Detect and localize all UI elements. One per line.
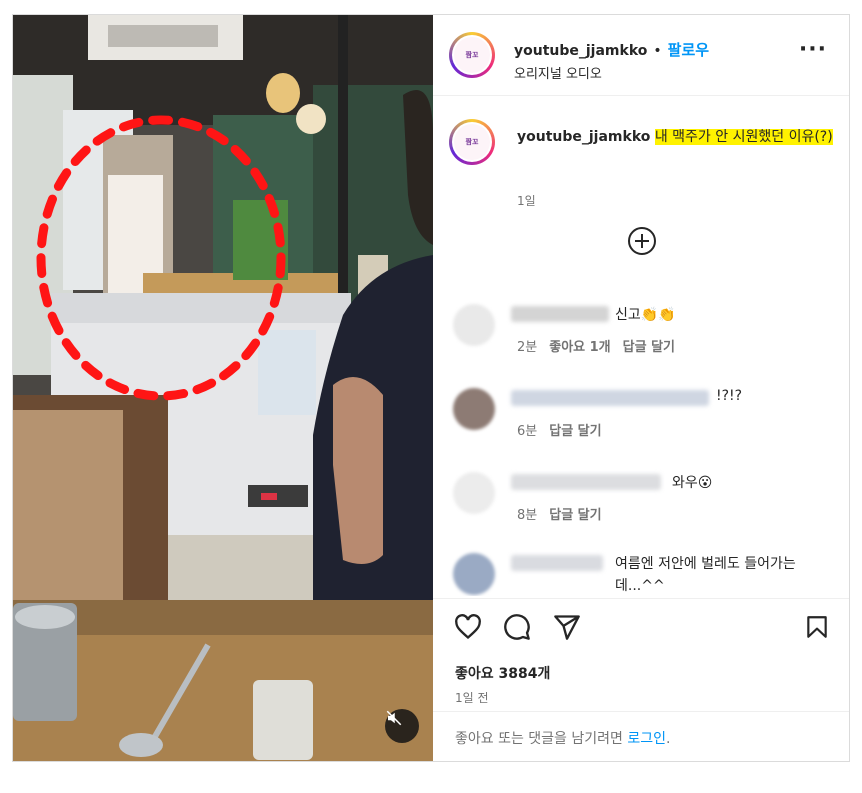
caption-avatar-logo: 짬꼬 (454, 124, 490, 160)
commenter-name-blurred[interactable] (511, 306, 609, 322)
comment-item: 여름엔 저안에 벌레도 들어가는데...^^ (453, 553, 843, 596)
comment-text: !?!? (716, 388, 743, 404)
caption-avatar[interactable]: 짬꼬 (449, 119, 495, 165)
caption: youtube_jjamkko 내 맥주가 안 시원했던 이유(?) (517, 126, 837, 148)
comment-time: 8분 (517, 508, 538, 523)
post-header: 짬꼬 youtube_jjamkko • 팔로우 오리지널 오디오 ··· (433, 15, 849, 96)
more-horizontal-icon[interactable]: ··· (799, 39, 827, 61)
comment-item: !?!? 6분 답글 달기 (453, 388, 843, 448)
reply-button[interactable]: 답글 달기 (549, 424, 601, 439)
follow-button[interactable]: 팔로우 (668, 41, 709, 59)
commenter-avatar[interactable] (453, 388, 495, 430)
post-media[interactable] (13, 15, 433, 761)
login-prompt-text: 좋아요 또는 댓글을 남기려면 (455, 731, 623, 747)
video-frame (13, 15, 433, 761)
commenter-avatar[interactable] (453, 304, 495, 346)
login-link[interactable]: 로그인 (627, 731, 666, 747)
comment-likes[interactable]: 좋아요 1개 (549, 340, 610, 355)
caption-text: 내 맥주가 안 시원했던 이유(?) (654, 129, 833, 145)
login-prompt-suffix: . (666, 731, 671, 747)
likes-count[interactable]: 좋아요 3884개 (455, 663, 550, 683)
comment-text: 신고👏👏 (615, 307, 676, 323)
mute-button[interactable] (385, 709, 419, 743)
avatar[interactable]: 짬꼬 (449, 32, 495, 78)
caption-time: 1일 (517, 194, 536, 208)
login-prompt: 좋아요 또는 댓글을 남기려면 로그인. (433, 711, 849, 760)
separator-dot: • (653, 43, 662, 59)
commenter-avatar[interactable] (453, 472, 495, 514)
comment-time: 6분 (517, 424, 538, 439)
commenter-avatar[interactable] (453, 553, 495, 595)
bookmark-icon[interactable] (804, 613, 830, 641)
comment-icon[interactable] (502, 613, 532, 641)
comments-section[interactable]: 짬꼬 youtube_jjamkko 내 맥주가 안 시원했던 이유(?) 1일… (433, 96, 849, 596)
post-sidebar: 짬꼬 youtube_jjamkko • 팔로우 오리지널 오디오 ··· 짬꼬 y… (433, 15, 849, 761)
commenter-name-blurred[interactable] (511, 474, 661, 490)
comment-text: 와우😮 (672, 475, 713, 491)
comment-meta: 8분 답글 달기 (517, 504, 614, 523)
commenter-name-blurred[interactable] (511, 555, 603, 571)
reply-button[interactable]: 답글 달기 (623, 340, 675, 355)
reply-button[interactable]: 답글 달기 (549, 508, 601, 523)
commenter-name-blurred[interactable] (511, 390, 709, 406)
speaker-muted-icon (386, 710, 402, 726)
username-link[interactable]: youtube_jjamkko (514, 43, 647, 59)
posted-time[interactable]: 1일 전 (455, 689, 489, 706)
comment-text: 여름엔 저안에 벌레도 들어가는데...^^ (615, 556, 796, 594)
send-icon[interactable] (552, 613, 582, 641)
comment-item: 와우😮 8분 답글 달기 (453, 472, 843, 532)
comment-item: 신고👏👏 2분 좋아요 1개 답글 달기 (453, 304, 843, 364)
load-more-comments-icon[interactable] (628, 227, 656, 255)
comment-time: 2분 (517, 340, 538, 355)
caption-username[interactable]: youtube_jjamkko (517, 129, 650, 145)
comment-meta: 6분 답글 달기 (517, 420, 614, 439)
comment-meta: 2분 좋아요 1개 답글 달기 (517, 336, 687, 355)
audio-label[interactable]: 오리지널 오디오 (514, 63, 602, 82)
avatar-logo: 짬꼬 (454, 37, 490, 73)
heart-icon[interactable] (453, 613, 483, 641)
action-bar: 좋아요 3884개 1일 전 좋아요 또는 댓글을 남기려면 로그인. (433, 598, 849, 759)
post-container: 짬꼬 youtube_jjamkko • 팔로우 오리지널 오디오 ··· 짬꼬 y… (12, 14, 850, 762)
